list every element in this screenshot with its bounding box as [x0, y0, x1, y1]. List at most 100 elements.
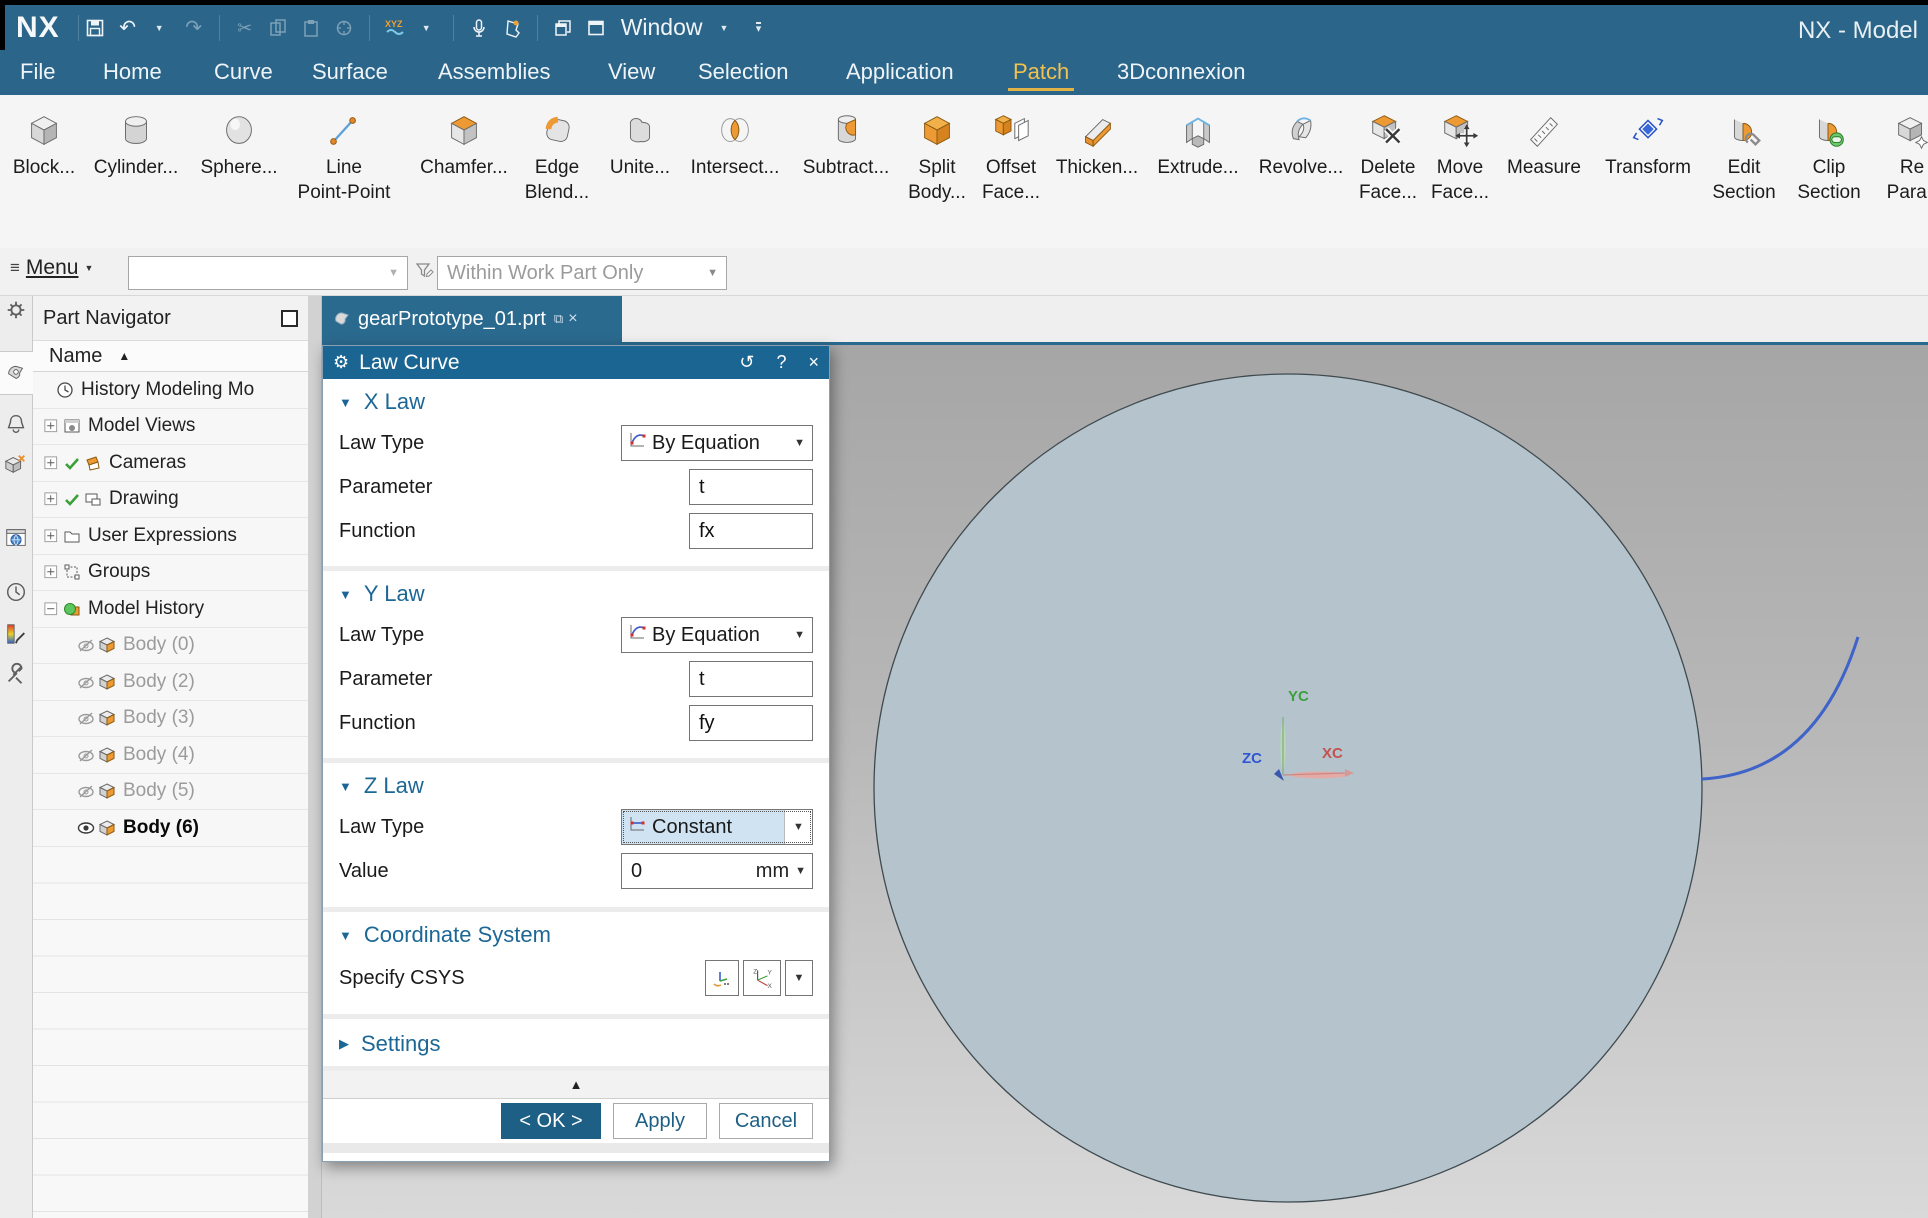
document-tab[interactable]: gearPrototype_01.prt ⧉ × [322, 296, 622, 342]
web-browser-icon[interactable] [3, 525, 29, 551]
copy-icon [266, 16, 290, 40]
csys-triad-button[interactable]: ZYX [743, 960, 781, 996]
window-menu-label[interactable]: Window [621, 14, 703, 41]
chevron-down-icon[interactable]: ▼ [785, 960, 813, 996]
y-law-type-dropdown[interactable]: By Equation ▼ [621, 617, 813, 653]
xyz-expression-icon[interactable]: XYZ [383, 16, 407, 40]
part-navigator-icon[interactable] [3, 358, 29, 384]
ok-button[interactable]: < OK > [501, 1103, 601, 1139]
apply-button[interactable]: Apply [613, 1103, 707, 1139]
tree-item-groups[interactable]: Groups [33, 555, 308, 592]
body-icon [98, 709, 116, 727]
selection-scope-value: Within Work Part Only [447, 262, 643, 285]
dialog-header[interactable]: ⚙ Law Curve ↺ ? × [323, 346, 829, 379]
window-icon[interactable] [584, 16, 608, 40]
microphone-icon[interactable] [467, 16, 491, 40]
dialog-options-gear-icon[interactable]: ⚙ [333, 352, 349, 373]
expand-plus-icon[interactable] [42, 527, 60, 545]
tree-item-body-3-[interactable]: Body (3) [33, 701, 308, 738]
dialog-button-row: < OK > Apply Cancel [323, 1099, 829, 1143]
menu-view[interactable]: View [608, 59, 655, 85]
coordinate-system-section-header[interactable]: ▼ Coordinate System [339, 920, 813, 950]
close-icon[interactable]: × [808, 352, 819, 373]
visualization-icon[interactable] [3, 621, 29, 647]
menu-button[interactable]: ≡ Menu ▼ [10, 256, 96, 280]
law-curve-preview[interactable] [1702, 637, 1858, 779]
undo-icon[interactable]: ↶ [116, 16, 140, 40]
drawing-icon [84, 490, 102, 508]
eye-off-icon [77, 673, 95, 691]
ribbon-line-button[interactable]: LinePoint-Point [282, 107, 406, 205]
z-law-type-dropdown[interactable]: Constant ▼ [621, 809, 813, 845]
tree-item-body-5-[interactable]: Body (5) [33, 774, 308, 811]
menu-assemblies[interactable]: Assemblies [438, 59, 550, 85]
tree-item-body-6-[interactable]: Body (6) [33, 810, 308, 847]
gear-icon[interactable] [3, 297, 29, 323]
touch-icon[interactable] [500, 16, 524, 40]
name-column-header[interactable]: Name ▲ [33, 340, 308, 372]
maximize-icon[interactable] [281, 310, 298, 327]
menu-file[interactable]: File [20, 59, 55, 85]
reset-icon[interactable]: ↺ [739, 352, 754, 373]
close-tab-icon[interactable]: × [568, 310, 577, 328]
overflow-icon[interactable]: ▾ [747, 16, 771, 40]
expand-triangle-icon: ▶ [339, 1036, 349, 1052]
menu-patch[interactable]: Patch [1013, 59, 1069, 85]
gear-blank-circle-body[interactable] [874, 374, 1702, 1202]
x-parameter-input[interactable] [689, 469, 813, 505]
settings-section-header[interactable]: ▶ Settings [339, 1029, 813, 1059]
constraint-navigator-icon[interactable] [3, 451, 29, 477]
tree-item-user-expressions[interactable]: User Expressions [33, 518, 308, 555]
collapse-minus-icon[interactable] [42, 600, 60, 618]
selection-type-combobox[interactable]: ▼ [128, 256, 408, 290]
y-function-input[interactable] [689, 705, 813, 741]
menu-home[interactable]: Home [103, 59, 162, 85]
dialog-collapse-strip[interactable]: ▲ [323, 1071, 829, 1099]
panel-resizer[interactable] [308, 296, 322, 1218]
tree-item-drawing[interactable]: Drawing [33, 482, 308, 519]
expand-plus-icon[interactable] [42, 417, 60, 435]
x-function-input[interactable] [689, 513, 813, 549]
ribbon-intersect-button[interactable]: Intersect... [673, 107, 797, 180]
cascade-window-icon[interactable] [551, 16, 575, 40]
caret-down-icon[interactable]: ▼ [714, 16, 738, 40]
y-parameter-input[interactable] [689, 661, 813, 697]
settings-section: ▶ Settings [323, 1019, 829, 1071]
z-law-section-header[interactable]: ▼ Z Law [339, 771, 813, 801]
help-icon[interactable]: ? [776, 352, 786, 373]
menu-application[interactable]: Application [846, 59, 954, 85]
tools-icon[interactable] [3, 661, 29, 687]
bell-icon[interactable] [3, 411, 29, 437]
caret-down-icon[interactable]: ▼ [416, 16, 440, 40]
expand-plus-icon[interactable] [42, 490, 60, 508]
tree-item-history-modeling-mo[interactable]: History Modeling Mo [33, 372, 308, 409]
parameter-label: Parameter [339, 476, 432, 499]
yc-label: YC [1288, 688, 1309, 705]
tree-item-model-history[interactable]: Model History [33, 591, 308, 628]
menu-selection[interactable]: Selection [698, 59, 789, 85]
x-law-section-header[interactable]: ▼ X Law [339, 387, 813, 417]
cancel-button[interactable]: Cancel [719, 1103, 813, 1139]
tree-item-body-2-[interactable]: Body (2) [33, 664, 308, 701]
caret-down-icon[interactable]: ▼ [149, 16, 173, 40]
part-file-icon [332, 307, 350, 331]
save-icon[interactable] [83, 16, 107, 40]
history-icon[interactable] [3, 579, 29, 605]
menu-curve[interactable]: Curve [214, 59, 273, 85]
y-law-section-header[interactable]: ▼ Y Law [339, 579, 813, 609]
expand-plus-icon[interactable] [42, 563, 60, 581]
tree-item-body-0-[interactable]: Body (0) [33, 628, 308, 665]
ribbon-remove-parameters-button[interactable]: ReParan [1850, 107, 1928, 205]
x-law-type-dropdown[interactable]: By Equation ▼ [621, 425, 813, 461]
menu-surface[interactable]: Surface [312, 59, 388, 85]
chevron-down-icon[interactable]: ▼ [784, 810, 812, 844]
menu-3dconnexion[interactable]: 3Dconnexion [1117, 59, 1245, 85]
selection-scope-dropdown[interactable]: Within Work Part Only ▼ [437, 256, 727, 290]
tree-item-model-views[interactable]: Model Views [33, 409, 308, 446]
tree-item-body-4-[interactable]: Body (4) [33, 737, 308, 774]
csys-dialog-button[interactable] [705, 960, 739, 996]
tree-item-cameras[interactable]: Cameras [33, 445, 308, 482]
detach-window-icon[interactable]: ⧉ [554, 311, 563, 327]
expand-plus-icon[interactable] [42, 454, 60, 472]
z-value-input[interactable]: 0 mm ▼ [621, 853, 813, 889]
